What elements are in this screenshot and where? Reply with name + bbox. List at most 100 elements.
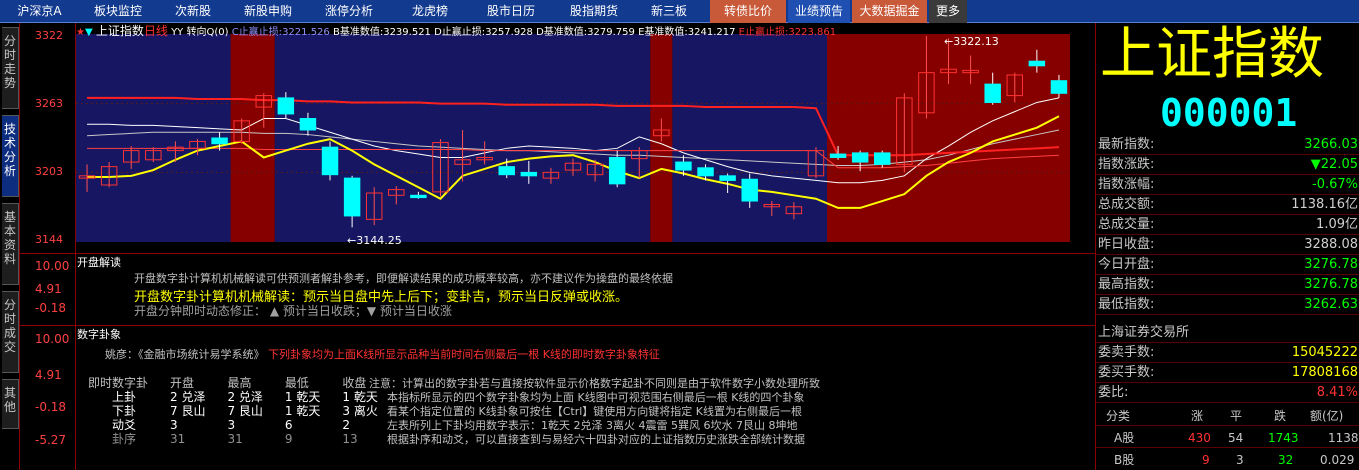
side-tab-fundamentals[interactable]: 基本资料 bbox=[2, 203, 19, 285]
tab-earnings[interactable]: 业绩预告 bbox=[788, 0, 850, 23]
quote-value: 1.09亿 bbox=[1316, 217, 1358, 232]
axis-divider bbox=[75, 23, 76, 470]
gua-note: 注意：计算出的数字卦若与直接按软件显示价格数字起卦不同则是由于软件数字小数处理所… bbox=[369, 377, 820, 390]
breadth-cell: 9 bbox=[1202, 453, 1210, 467]
candle-down bbox=[211, 137, 228, 145]
d-stop-label: D止赢止损: bbox=[434, 27, 486, 38]
candle-down bbox=[675, 161, 692, 171]
gua-axis-3: -0.18 bbox=[35, 400, 67, 414]
d-base-value: 3279.759 bbox=[587, 27, 635, 38]
e-base-value: 3241.217 bbox=[687, 27, 736, 38]
tab-bigdata[interactable]: 大数据掘金 bbox=[852, 0, 927, 23]
quote-label: 委卖手数: bbox=[1098, 345, 1155, 360]
open-panel-title: 开盘解读 bbox=[77, 256, 121, 269]
gua-cell: 7 艮山 bbox=[227, 404, 263, 418]
kline-chart[interactable] bbox=[20, 23, 1095, 253]
gua-cell: 3 bbox=[170, 418, 178, 432]
gua-axis-2: 4.91 bbox=[35, 368, 62, 382]
gua-cell: 31 bbox=[227, 432, 243, 446]
candle-down bbox=[984, 83, 1001, 103]
gua-panel-title: 数字卦象 bbox=[77, 328, 121, 341]
dropdown-icon[interactable]: ▼ bbox=[85, 27, 93, 38]
gua-cell: 下卦 bbox=[112, 404, 137, 418]
tab-dragon-tiger[interactable]: 龙虎榜 bbox=[394, 0, 466, 23]
gua-table: 即时数字卦 开盘 最高 最低 收盘 上卦 2 兑泽 2 兑泽 1 乾天 1 乾天… bbox=[86, 376, 380, 446]
quote-value: 1138.16亿 bbox=[1291, 197, 1358, 212]
tab-sector-monitor[interactable]: 板块监控 bbox=[82, 0, 154, 23]
quote-value: 3276.78 bbox=[1304, 277, 1358, 292]
top-nav: 沪深京A 板块监控 次新股 新股申购 涨停分析 龙虎榜 股市日历 股指期货 新三… bbox=[0, 0, 1359, 23]
gua-cell: 卦序 bbox=[112, 432, 137, 446]
gua-cell: 1 乾天 bbox=[284, 390, 321, 404]
quote-label: 总成交额: bbox=[1098, 197, 1155, 212]
tab-more[interactable]: 更多 bbox=[929, 0, 967, 23]
side-tab-intraday[interactable]: 分时走势 bbox=[2, 27, 19, 109]
side-tab-trades[interactable]: 分时成交 bbox=[2, 291, 19, 373]
axis-label-2: 3263 bbox=[35, 97, 63, 110]
star-icon[interactable]: ★ bbox=[76, 27, 85, 38]
quote-label: 委买手数: bbox=[1098, 365, 1155, 380]
candle-down bbox=[829, 153, 847, 158]
breadth-cell: 32 bbox=[1278, 453, 1294, 467]
breadth-cell: 54 bbox=[1228, 431, 1244, 445]
tab-index-futures[interactable]: 股指期货 bbox=[556, 0, 632, 23]
gua-cell: 31 bbox=[170, 432, 186, 446]
gua-row-lower: 下卦 7 艮山 7 艮山 1 乾天 3 离火 bbox=[86, 404, 380, 418]
quote-row-high: 最高指数: 3276.78 bbox=[1096, 275, 1359, 295]
tab-cb-compare[interactable]: 转债比价 bbox=[710, 0, 786, 23]
gua-yao-prefix: 姚彦：《金融市场统计易学系统》 bbox=[105, 348, 265, 361]
gua-note: 本指标所显示的四个数字卦象均为上面 K线图中可视范围右侧最后一根 K线的四个卦象 bbox=[387, 391, 805, 404]
separator-1 bbox=[20, 253, 1095, 254]
quote-label: 最低指数: bbox=[1098, 297, 1155, 312]
candle-down bbox=[741, 178, 758, 202]
quote-label: 最高指数: bbox=[1098, 277, 1155, 292]
gua-th: 最高 bbox=[227, 376, 252, 390]
gua-th: 开盘 bbox=[170, 376, 195, 390]
gua-cell: 上卦 bbox=[112, 390, 137, 404]
tab-hushen[interactable]: 沪深京A bbox=[0, 0, 79, 23]
candle-down bbox=[851, 152, 869, 163]
quote-title: 上证指数 bbox=[1100, 22, 1324, 87]
quote-row-amount: 总成交额: 1138.16亿 bbox=[1096, 195, 1359, 215]
tab-ipo[interactable]: 新股申购 bbox=[232, 0, 304, 23]
breadth-header: 分类 涨 平 跌 额(亿) bbox=[1096, 406, 1359, 426]
quote-value: 3262.63 bbox=[1304, 297, 1358, 312]
red-band bbox=[230, 34, 275, 242]
gua-axis-4: -5.27 bbox=[35, 433, 67, 447]
candle-down bbox=[277, 97, 295, 115]
app-root: 沪深京A 板块监控 次新股 新股申购 涨停分析 龙虎榜 股市日历 股指期货 新三… bbox=[0, 0, 1359, 470]
d-base-label: D基准数值: bbox=[536, 27, 588, 38]
tab-neeq[interactable]: 新三板 bbox=[635, 0, 703, 23]
c-stop-value: 3221.526 bbox=[282, 27, 330, 38]
low-value: 3144.25 bbox=[356, 234, 402, 247]
e-stop-label: E止赢止损: bbox=[738, 27, 789, 38]
quote-label: 指数涨幅: bbox=[1098, 177, 1155, 192]
quote-row-bid: 委买手数: 17808168 bbox=[1096, 363, 1359, 383]
candle-down bbox=[498, 166, 515, 176]
open-axis-2: 4.91 bbox=[35, 282, 62, 296]
breadth-th: 平 bbox=[1230, 409, 1243, 423]
quote-label: 昨日收盘: bbox=[1098, 237, 1155, 252]
breadth-cell: B股 bbox=[1114, 453, 1135, 467]
blue-band bbox=[672, 34, 828, 242]
candle-down bbox=[697, 167, 714, 177]
blue-band bbox=[76, 34, 231, 242]
tab-limit-up[interactable]: 涨停分析 bbox=[307, 0, 391, 23]
chart-header: ★▼ 上证指数日线 YY 转向Q(0) C止赢止损:3221.526 B基准数值… bbox=[76, 24, 836, 38]
candle-down bbox=[608, 156, 626, 185]
tab-market-calendar[interactable]: 股市日历 bbox=[469, 0, 553, 23]
gua-row-moving: 动爻 3 3 6 2 bbox=[86, 418, 380, 432]
quote-row-open: 今日开盘: 3276.78 bbox=[1096, 255, 1359, 275]
gua-yao-line: 姚彦：《金融市场统计易学系统》 下列卦象均为上面K线所显示品种当前时间右侧最后一… bbox=[105, 346, 660, 362]
side-tab-technical[interactable]: 技术分析 bbox=[2, 115, 19, 197]
chart-period[interactable]: 日线 bbox=[144, 24, 168, 38]
tab-new-stocks[interactable]: 次新股 bbox=[157, 0, 229, 23]
gua-th: 即时数字卦 bbox=[88, 376, 149, 390]
gua-cell: 1 乾天 bbox=[284, 404, 321, 418]
low-annotation: ←3144.25 bbox=[347, 234, 402, 247]
breadth-cell: 0.029 bbox=[1320, 453, 1355, 467]
side-tab-other[interactable]: 其他 bbox=[2, 379, 19, 429]
gua-axis-1: 10.00 bbox=[35, 332, 70, 346]
e-base-label: E基准数值: bbox=[638, 27, 688, 38]
quote-row-volume: 总成交量: 1.09亿 bbox=[1096, 215, 1359, 235]
